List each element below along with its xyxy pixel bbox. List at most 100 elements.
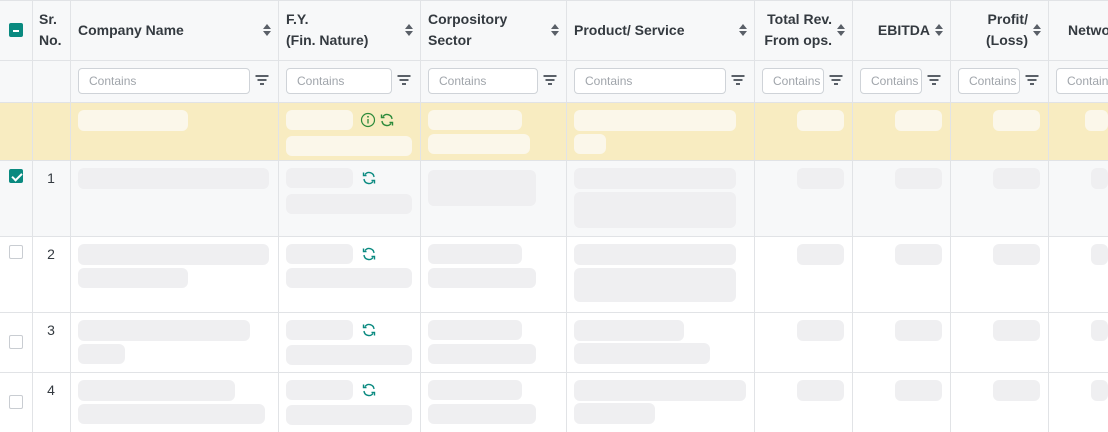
total-rev-filter-input[interactable]: Contains (762, 68, 824, 94)
filter-icon[interactable] (927, 74, 940, 86)
skeleton-placeholder (895, 110, 942, 131)
skeleton-placeholder (797, 380, 844, 401)
skeleton-placeholder (428, 244, 522, 264)
sort-icon[interactable] (404, 22, 414, 38)
skeleton-placeholder (574, 192, 736, 228)
fy-filter-input[interactable]: Contains (286, 68, 392, 94)
row-checkbox[interactable] (9, 169, 23, 183)
row-number: 1 (47, 170, 55, 186)
column-divider (853, 0, 951, 432)
skeleton-placeholder (428, 380, 522, 400)
skeleton-placeholder (574, 380, 746, 401)
networth-filter-input[interactable]: Contain (1056, 68, 1108, 94)
skeleton-placeholder (428, 134, 530, 154)
skeleton-placeholder (78, 320, 250, 341)
header-sector[interactable]: Corpository Sector (428, 0, 560, 60)
row-checkbox[interactable] (9, 395, 23, 409)
sort-icon[interactable] (550, 22, 560, 38)
skeleton-placeholder (78, 404, 265, 424)
skeleton-placeholder (797, 244, 844, 265)
header-fy[interactable]: F.Y. (Fin. Nature) (286, 0, 414, 60)
row-checkbox[interactable] (9, 245, 23, 259)
skeleton-placeholder (286, 320, 353, 340)
skeleton-placeholder (993, 244, 1040, 265)
skeleton-placeholder (574, 110, 736, 131)
header-label: No. (39, 32, 62, 48)
row-divider (0, 102, 1108, 103)
header-total-rev[interactable]: Total Rev. From ops. (760, 0, 846, 60)
sort-icon[interactable] (738, 22, 748, 38)
filter-icon[interactable] (543, 74, 556, 86)
skeleton-placeholder (895, 244, 942, 265)
refresh-icon[interactable] (361, 170, 377, 186)
skeleton-placeholder (286, 136, 412, 156)
skeleton-placeholder (993, 320, 1040, 341)
skeleton-placeholder (428, 404, 536, 424)
skeleton-placeholder (1091, 380, 1108, 401)
skeleton-placeholder (78, 110, 188, 131)
ebitda-filter-input[interactable]: Contains (860, 68, 922, 94)
info-icon[interactable] (360, 112, 376, 128)
header-networth[interactable]: Netwo (1068, 0, 1108, 60)
header-label: EBITDA (877, 21, 930, 38)
sector-filter-input[interactable]: Contains (428, 68, 538, 94)
header-company-name[interactable]: Company Name (78, 0, 272, 60)
data-grid: Sr. No. Company Name F.Y. (Fin. Nature) Co… (0, 0, 1108, 432)
row-divider (0, 312, 1108, 313)
skeleton-placeholder (993, 110, 1040, 131)
skeleton-placeholder (895, 168, 942, 189)
refresh-icon[interactable] (361, 246, 377, 262)
skeleton-placeholder (1091, 168, 1108, 189)
skeleton-placeholder (1091, 244, 1108, 265)
skeleton-placeholder (574, 403, 655, 424)
sort-icon[interactable] (934, 22, 944, 38)
header-ebitda[interactable]: EBITDA (858, 0, 944, 60)
skeleton-placeholder (428, 268, 536, 288)
header-label: Corpository Sector (428, 11, 508, 48)
filter-icon[interactable] (1025, 74, 1038, 86)
skeleton-placeholder (574, 268, 736, 302)
column-divider (71, 0, 279, 432)
skeleton-placeholder (574, 134, 606, 154)
refresh-icon[interactable] (361, 382, 377, 398)
skeleton-placeholder (428, 110, 522, 130)
skeleton-placeholder (286, 405, 412, 425)
skeleton-placeholder (286, 345, 412, 365)
header-label: Company Name (78, 21, 184, 38)
skeleton-placeholder (895, 380, 942, 401)
filter-icon[interactable] (731, 74, 744, 86)
header-product[interactable]: Product/ Service (574, 0, 748, 60)
header-sr-no[interactable]: Sr. No. (39, 0, 69, 60)
sort-icon[interactable] (1032, 22, 1042, 38)
skeleton-placeholder (574, 168, 736, 189)
select-all-checkbox[interactable] (9, 23, 23, 37)
skeleton-placeholder (78, 168, 269, 189)
skeleton-placeholder (574, 320, 684, 341)
header-label: Sr. (39, 11, 57, 27)
company-filter-input[interactable]: Contains (78, 68, 250, 94)
filter-icon[interactable] (255, 74, 268, 86)
skeleton-placeholder (797, 110, 844, 131)
header-profit[interactable]: Profit/ (Loss) (956, 0, 1042, 60)
row-divider (0, 160, 1108, 161)
sort-icon[interactable] (262, 22, 272, 38)
sort-icon[interactable] (836, 22, 846, 38)
skeleton-placeholder (797, 168, 844, 189)
product-filter-input[interactable]: Contains (574, 68, 726, 94)
filter-icon[interactable] (397, 74, 410, 86)
column-divider (951, 0, 1049, 432)
row-checkbox[interactable] (9, 335, 23, 349)
skeleton-placeholder (78, 244, 269, 265)
row-number: 3 (47, 322, 55, 338)
profit-filter-input[interactable]: Contains (958, 68, 1020, 94)
refresh-icon[interactable] (361, 322, 377, 338)
skeleton-placeholder (428, 170, 536, 206)
skeleton-placeholder (78, 380, 235, 401)
skeleton-placeholder (1085, 110, 1108, 131)
header-label: Total Rev. (767, 11, 832, 27)
row-number: 4 (47, 382, 55, 398)
skeleton-placeholder (1091, 320, 1108, 341)
refresh-icon[interactable] (379, 112, 395, 128)
filter-icon[interactable] (829, 74, 842, 86)
skeleton-placeholder (286, 110, 353, 130)
